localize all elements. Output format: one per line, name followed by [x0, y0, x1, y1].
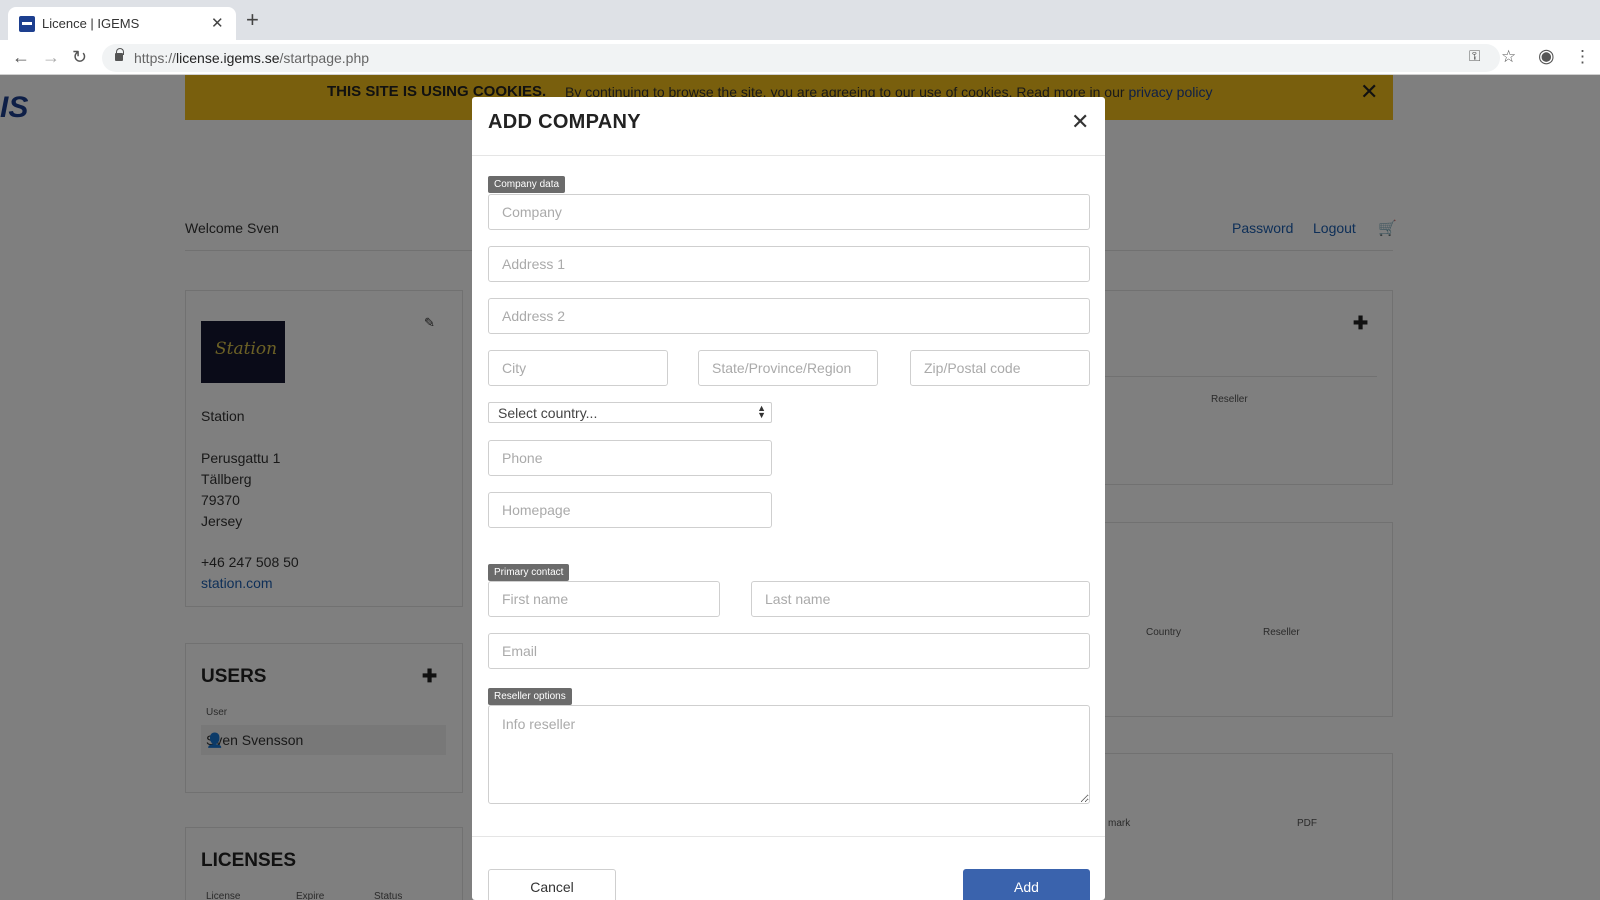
state-input[interactable]	[698, 350, 878, 386]
browser-tab[interactable]: Licence | IGEMS ✕	[8, 7, 236, 40]
reload-icon[interactable]: ↻	[72, 46, 87, 68]
menu-icon[interactable]: ⋮	[1574, 46, 1591, 68]
new-tab-icon[interactable]: +	[246, 9, 259, 31]
modal-title: ADD COMPANY	[488, 111, 641, 133]
lock-icon	[115, 48, 124, 61]
close-tab-icon[interactable]: ✕	[211, 14, 224, 32]
country-select[interactable]: Select country... ▲ ▼	[488, 402, 772, 423]
country-select-value: Select country...	[498, 405, 598, 421]
city-input[interactable]	[488, 350, 668, 386]
close-modal-icon[interactable]: ✕	[1071, 110, 1089, 134]
add-button[interactable]: Add	[963, 869, 1090, 900]
browser-toolbar: ← → ↻ https://license.igems.se/startpage…	[0, 40, 1600, 75]
first-name-input[interactable]	[488, 581, 720, 617]
address1-input[interactable]	[488, 246, 1090, 282]
back-icon[interactable]: ←	[12, 46, 30, 68]
key-icon[interactable]: ⚿	[1469, 46, 1480, 68]
info-reseller-textarea[interactable]	[488, 705, 1090, 804]
primary-contact-badge: Primary contact	[488, 564, 570, 581]
company-input[interactable]	[488, 194, 1090, 230]
zip-input[interactable]	[910, 350, 1090, 386]
last-name-input[interactable]	[751, 581, 1090, 617]
phone-input[interactable]	[488, 440, 772, 476]
address2-input[interactable]	[488, 298, 1090, 334]
modal-footer-divider	[472, 836, 1105, 837]
modal-header-divider	[472, 155, 1105, 156]
company-data-badge: Company data	[488, 176, 566, 193]
address-bar[interactable]: https://license.igems.se/startpage.php	[102, 44, 1500, 72]
forward-icon[interactable]: →	[42, 46, 60, 68]
browser-tab-bar: Licence | IGEMS ✕ +	[0, 0, 1600, 40]
tab-title: Licence | IGEMS	[42, 16, 140, 31]
select-arrows-icon: ▲ ▼	[757, 403, 766, 420]
url-text: https://license.igems.se/startpage.php	[134, 50, 370, 66]
reseller-options-badge: Reseller options	[488, 688, 572, 705]
email-input[interactable]	[488, 633, 1090, 669]
homepage-input[interactable]	[488, 492, 772, 528]
profile-icon[interactable]: ◉	[1538, 46, 1555, 68]
cancel-button[interactable]: Cancel	[488, 869, 616, 900]
add-company-modal: ADD COMPANY ✕ Company data Select countr…	[472, 97, 1105, 900]
favicon-icon	[19, 16, 35, 32]
bookmark-star-icon[interactable]: ☆	[1501, 46, 1516, 68]
